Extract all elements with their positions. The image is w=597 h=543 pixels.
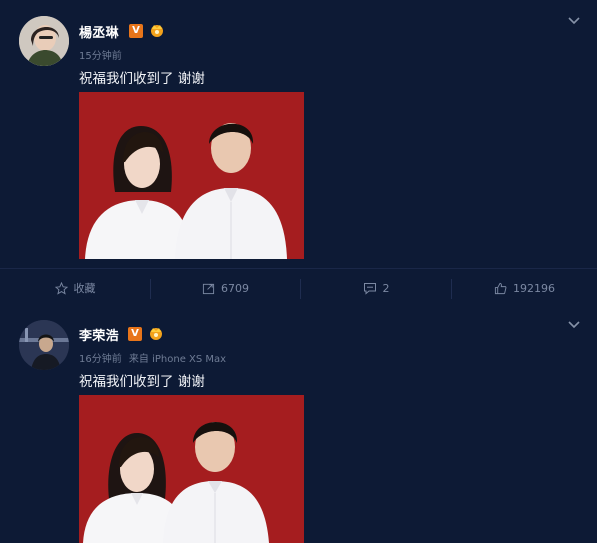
crown-badge-icon — [151, 25, 163, 37]
username[interactable]: 楊丞琳 — [79, 22, 119, 41]
avatar[interactable] — [19, 16, 69, 66]
v-badge-icon: V — [128, 327, 142, 341]
timestamp[interactable]: 15分钟前 — [79, 51, 122, 62]
like-button[interactable]: 192196 — [452, 269, 597, 307]
post-2: 李荣浩 V 16分钟前 来自 iPhone XS Max 祝福我们收到了 谢谢 — [0, 306, 597, 543]
like-count: 192196 — [513, 281, 555, 295]
post-image[interactable] — [79, 395, 304, 543]
post-meta: 16分钟前 来自 iPhone XS Max — [79, 350, 226, 365]
wedding-photo-icon — [79, 92, 304, 259]
username[interactable]: 李荣浩 — [79, 325, 119, 344]
comment-icon — [363, 282, 376, 295]
avatar[interactable] — [19, 320, 69, 370]
wedding-photo-icon — [79, 395, 304, 543]
favorite-button[interactable]: 收藏 — [0, 269, 150, 307]
timestamp[interactable]: 16分钟前 — [79, 354, 122, 365]
repost-button[interactable]: 6709 — [151, 269, 300, 307]
post-source[interactable]: 来自 iPhone XS Max — [129, 354, 226, 365]
comment-count: 2 — [382, 281, 390, 295]
post-image[interactable] — [79, 92, 304, 259]
avatar-photo-icon — [19, 16, 69, 66]
avatar-photo-icon — [19, 320, 69, 370]
star-icon — [54, 281, 68, 295]
repost-icon — [202, 283, 215, 294]
post-meta: 15分钟前 — [79, 47, 122, 62]
post-text: 祝福我们收到了 谢谢 — [79, 374, 205, 390]
thumbs-up-icon — [494, 282, 507, 294]
favorite-label: 收藏 — [73, 282, 96, 295]
v-badge-icon: V — [129, 24, 143, 38]
chevron-down-icon[interactable] — [567, 14, 581, 28]
comment-button[interactable]: 2 — [301, 269, 451, 307]
post-1: 楊丞琳 V 15分钟前 祝福我们收到了 谢谢 — [0, 0, 597, 268]
action-bar: 收藏 6709 2 192196 — [0, 268, 597, 306]
post-text: 祝福我们收到了 谢谢 — [79, 71, 205, 87]
crown-badge-icon — [150, 328, 162, 340]
chevron-down-icon[interactable] — [567, 318, 581, 332]
repost-count: 6709 — [221, 281, 249, 295]
